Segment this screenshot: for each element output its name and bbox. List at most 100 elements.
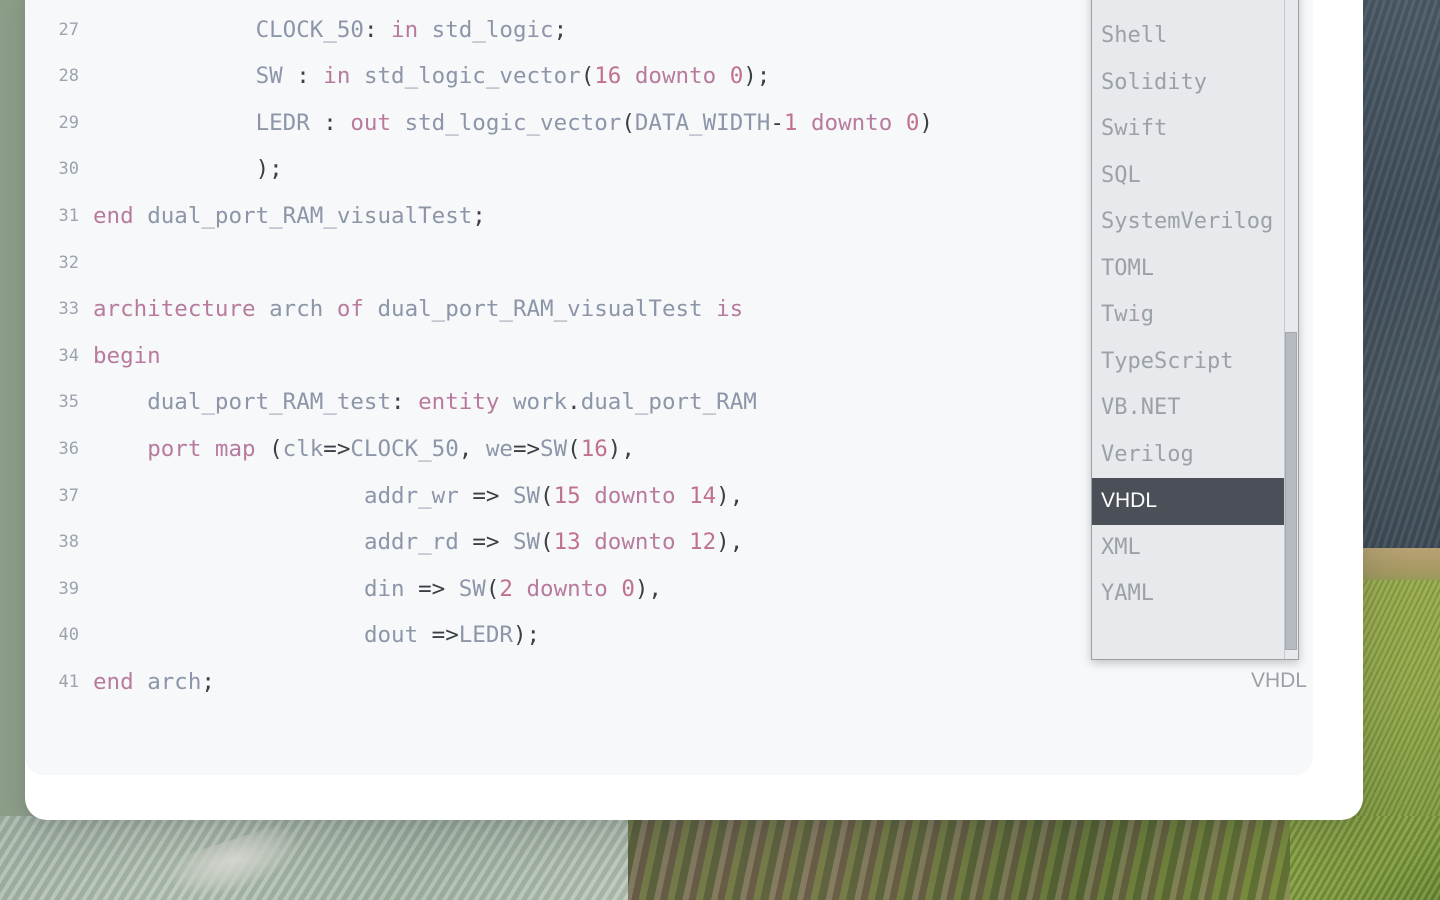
code-token: ; bbox=[472, 202, 486, 229]
line-number: 39 bbox=[58, 578, 79, 599]
language-option-yaml[interactable]: YAML bbox=[1092, 571, 1298, 618]
code-token: : bbox=[363, 16, 392, 43]
line-source: SW : in std_logic_vector(16 downto 0); bbox=[93, 53, 771, 100]
code-token: we bbox=[485, 435, 513, 462]
code-token: ( bbox=[540, 529, 554, 556]
code-token: ), bbox=[716, 529, 744, 556]
code-token: => bbox=[418, 575, 446, 602]
code-line[interactable]: 41 end arch; bbox=[25, 659, 1313, 706]
code-token: end bbox=[93, 202, 134, 229]
code-token: ); bbox=[512, 622, 541, 649]
language-option-twig[interactable]: Twig bbox=[1092, 292, 1298, 339]
line-number: 30 bbox=[58, 159, 79, 180]
code-token: architecture bbox=[93, 296, 256, 323]
language-option-list[interactable]: ScalaSCSSShellSoliditySwiftSQLSystemVeri… bbox=[1092, 0, 1298, 618]
line-source: end dual_port_RAM_visualTest; bbox=[93, 193, 486, 240]
code-token: ), bbox=[716, 482, 744, 509]
code-token: SW bbox=[255, 63, 283, 90]
line-source: architecture arch of dual_port_RAM_visua… bbox=[93, 286, 743, 333]
language-option-verilog[interactable]: Verilog bbox=[1092, 432, 1298, 479]
language-option-toml[interactable]: TOML bbox=[1092, 246, 1298, 293]
code-token: out bbox=[350, 109, 392, 136]
line-number: 28 bbox=[58, 66, 79, 87]
code-token: ( bbox=[540, 482, 554, 509]
code-token: ); bbox=[255, 156, 283, 183]
code-token: std_logic bbox=[431, 16, 554, 43]
code-token: => bbox=[431, 622, 459, 649]
line-source: LEDR : out std_logic_vector(DATA_WIDTH-1… bbox=[93, 100, 933, 147]
line-source: dout =>LEDR); bbox=[93, 612, 540, 659]
line-number: 29 bbox=[58, 112, 79, 133]
language-option-swift[interactable]: Swift bbox=[1092, 106, 1298, 153]
language-option-scss[interactable]: SCSS bbox=[1092, 0, 1298, 13]
code-token: SW bbox=[512, 482, 541, 509]
code-token: of bbox=[336, 296, 364, 323]
code-token: , bbox=[458, 435, 486, 462]
vertical-scrollbar[interactable] bbox=[1284, 0, 1298, 659]
language-option-sql[interactable]: SQL bbox=[1092, 153, 1298, 200]
code-editor-panel[interactable]: 26 port(27 CLOCK_50: in std_logic;28 SW … bbox=[25, 0, 1313, 775]
line-number: 38 bbox=[58, 532, 79, 553]
code-token: std_logic_vector bbox=[363, 63, 581, 90]
line-number: 32 bbox=[58, 252, 79, 273]
language-option-shell[interactable]: Shell bbox=[1092, 13, 1298, 60]
language-option-typescript[interactable]: TypeScript bbox=[1092, 339, 1298, 386]
language-option-xml[interactable]: XML bbox=[1092, 525, 1298, 572]
scrollbar-thumb[interactable] bbox=[1285, 332, 1297, 650]
code-token: ), bbox=[607, 435, 635, 462]
line-source: port map (clk=>CLOCK_50, we=>SW(16), bbox=[93, 426, 635, 473]
code-token: => bbox=[323, 435, 351, 462]
code-token: 0 bbox=[729, 63, 744, 90]
language-option-vhdl[interactable]: VHDL bbox=[1092, 478, 1298, 525]
line-number: 27 bbox=[58, 19, 79, 40]
code-token: ; bbox=[201, 668, 215, 695]
line-source: CLOCK_50: in std_logic; bbox=[93, 7, 568, 54]
line-source: addr_rd => SW(13 downto 12), bbox=[93, 519, 743, 566]
language-option-systemverilog[interactable]: SystemVerilog bbox=[1092, 199, 1298, 246]
line-source: begin bbox=[93, 333, 161, 380]
code-token: addr_wr bbox=[363, 482, 459, 509]
code-token: ) bbox=[919, 109, 933, 136]
line-source: din => SW(2 downto 0), bbox=[93, 566, 662, 613]
code-token: => bbox=[512, 435, 541, 462]
code-token: in bbox=[391, 16, 419, 43]
code-token: : bbox=[282, 63, 324, 90]
code-token: dout bbox=[363, 622, 419, 649]
code-token: ( bbox=[485, 575, 500, 602]
code-token: ); bbox=[743, 63, 771, 90]
code-token: ( bbox=[580, 63, 595, 90]
code-token: 12 bbox=[689, 529, 717, 556]
code-token: 16 bbox=[594, 63, 622, 90]
code-token: dual_port_RAM bbox=[580, 389, 757, 416]
line-number: 26 bbox=[25, 0, 79, 7]
line-source: end arch; bbox=[93, 659, 215, 706]
line-number: 35 bbox=[58, 392, 79, 413]
line-number: 40 bbox=[58, 625, 79, 646]
code-token: begin bbox=[93, 342, 161, 369]
code-token: downto bbox=[594, 529, 676, 556]
code-token: arch bbox=[269, 296, 324, 323]
language-option-solidity[interactable]: Solidity bbox=[1092, 60, 1298, 107]
language-select-dropdown[interactable]: ScalaSCSSShellSoliditySwiftSQLSystemVeri… bbox=[1091, 0, 1299, 660]
language-option-vb-net[interactable]: VB.NET bbox=[1092, 385, 1298, 432]
